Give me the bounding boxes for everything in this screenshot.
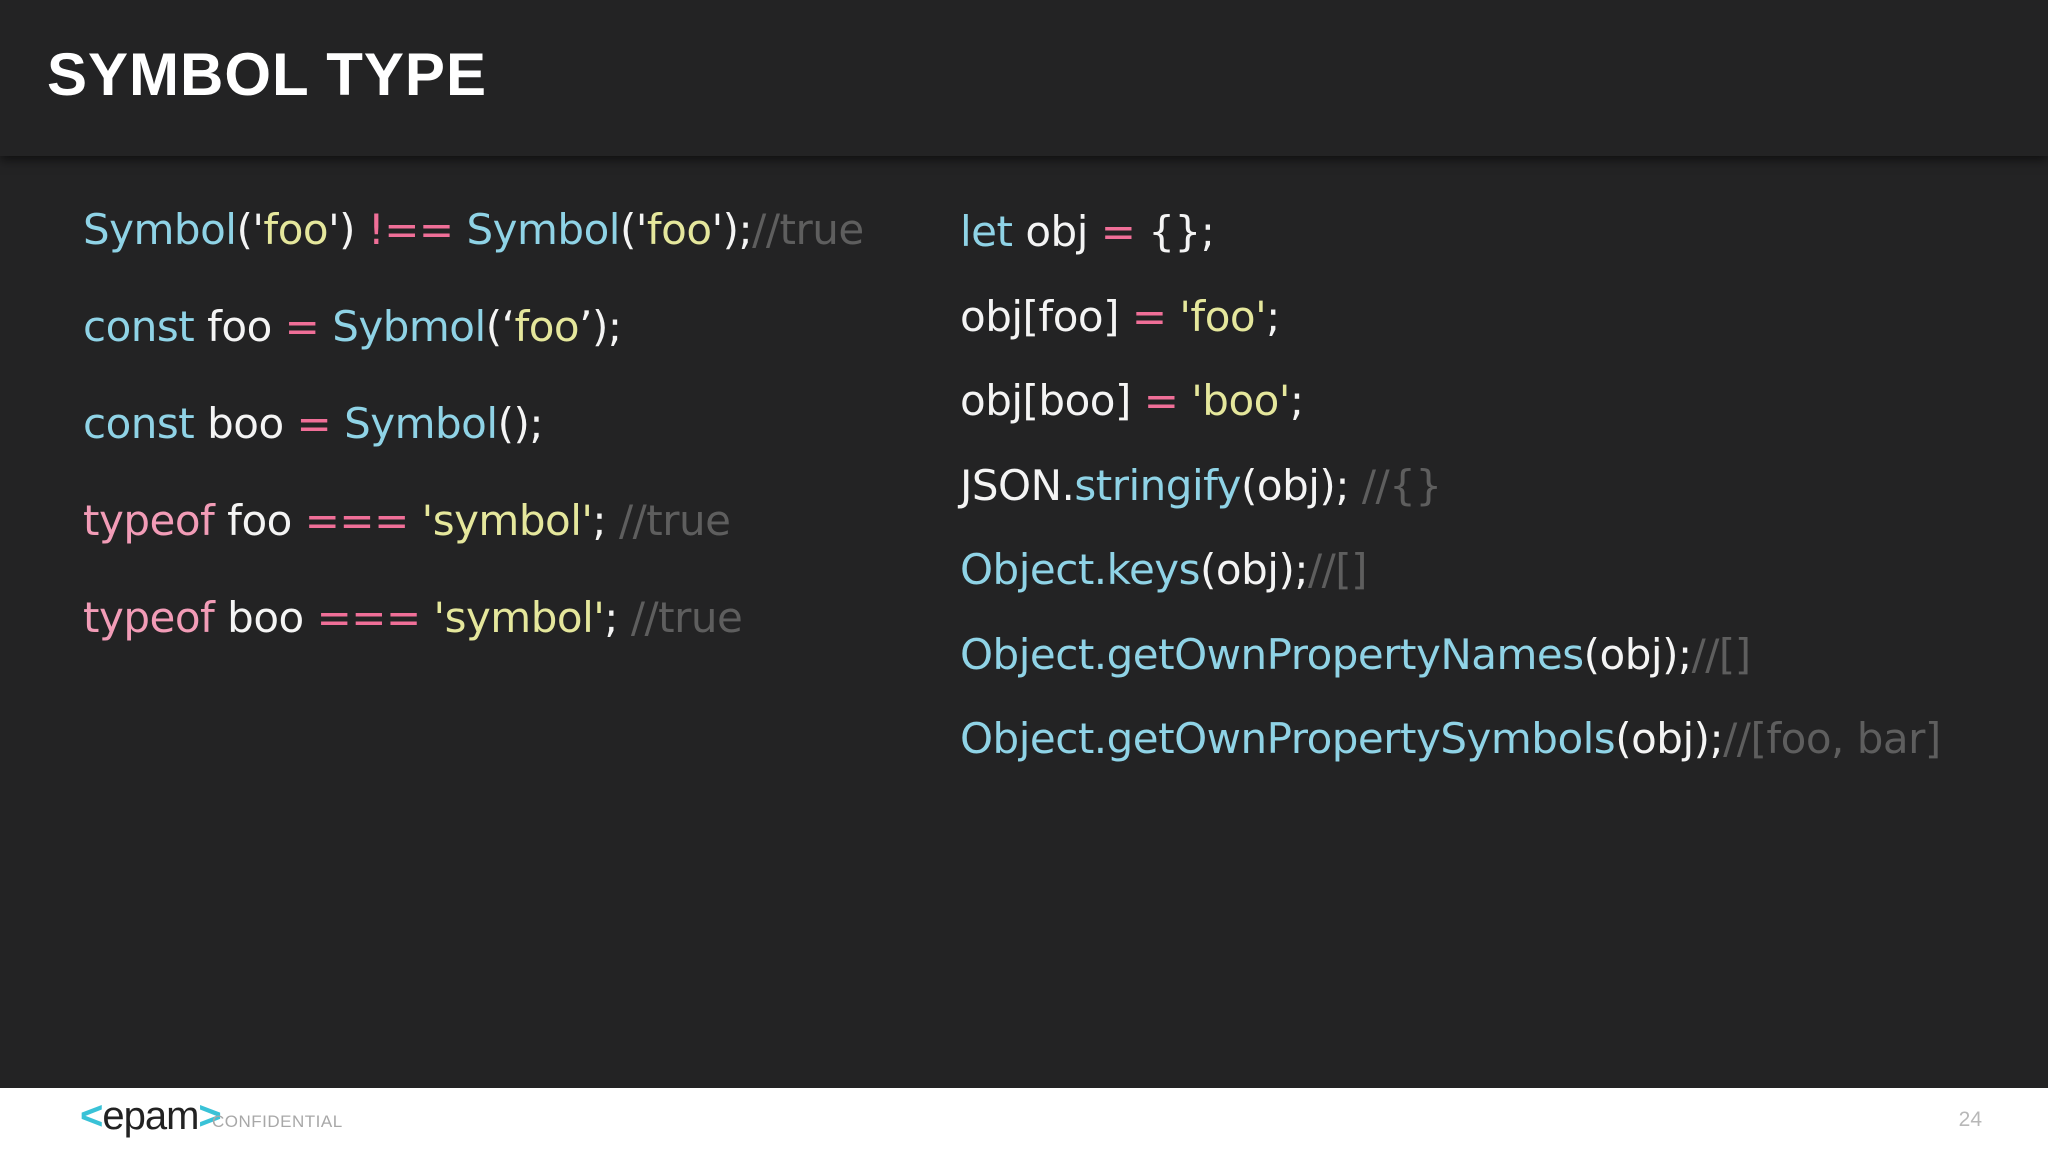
code-token: //true (618, 496, 731, 545)
right-code-line-5: Object.keys(obj);//[] (960, 544, 1368, 596)
code-token: obj[foo] (960, 291, 1132, 341)
right-code-line-3: obj[boo] = 'boo'; (960, 375, 1304, 427)
code-token: (' (619, 205, 647, 254)
code-token: !== (367, 205, 454, 254)
code-token: obj[boo] (960, 376, 1144, 425)
code-token: boo (214, 593, 317, 642)
footer: <epam> CONFIDENTIAL 24 (0, 1088, 2048, 1152)
code-token: ' (593, 593, 605, 642)
code-token: ; (1289, 376, 1304, 425)
code-token: foo (263, 205, 329, 254)
code-token: = (284, 302, 320, 351)
code-token: ') (328, 205, 368, 254)
code-token: Object.getOwnPropertyNames (960, 629, 1584, 679)
code-token: Symbol (344, 399, 498, 448)
code-token: JSON. (960, 460, 1075, 510)
code-token: const (83, 302, 195, 351)
logo-bracket-open: < (80, 1094, 103, 1138)
code-token: let (960, 207, 1013, 256)
code-token: = (1131, 291, 1167, 341)
code-token: const (83, 399, 195, 448)
page-number: 24 (1958, 1108, 1982, 1131)
code-token: obj (1012, 207, 1101, 256)
code-token: //[] (1691, 629, 1752, 679)
code-token: (obj); (1583, 629, 1692, 679)
code-token: (' (236, 205, 264, 254)
code-token: ; (1266, 291, 1280, 341)
code-token: Symbol (466, 205, 620, 254)
code-token: = (296, 399, 332, 448)
code-token: (‘ (485, 302, 515, 351)
right-code-line-4: JSON.stringify(obj); //{} (960, 460, 1442, 512)
code-token: //true (752, 205, 864, 254)
code-token: //true (630, 593, 743, 642)
code-token: //{} (1361, 460, 1442, 510)
code-token: (obj); (1615, 714, 1724, 763)
code-token: (); (497, 399, 544, 448)
code-token: ; (604, 593, 631, 642)
right-code-line-2: obj[foo] = 'foo'; (960, 291, 1280, 343)
left-code-line-5: typeof boo === 'symbol'; //true (83, 592, 743, 644)
right-code-line-7: Object.getOwnPropertySymbols(obj);//[foo… (960, 713, 1941, 765)
code-token: 'foo' (1179, 291, 1267, 341)
title-bar: SYMBOL TYPE (0, 0, 2048, 156)
code-token: //[foo, bar] (1723, 714, 1941, 763)
logo-text: epam (102, 1094, 199, 1138)
code-token: 'boo' (1191, 376, 1290, 425)
code-token: = (1100, 207, 1136, 256)
code-token: symbol (432, 496, 582, 545)
code-token: boo (194, 399, 297, 448)
code-token: foo (194, 302, 285, 351)
left-code-line-1: Symbol('foo') !== Symbol('foo');//true (83, 204, 864, 256)
code-token: Object.getOwnPropertySymbols (960, 714, 1616, 763)
slide-title: SYMBOL TYPE (47, 41, 487, 108)
code-token: (obj); (1241, 460, 1362, 510)
code-token: typeof (83, 593, 215, 642)
code-token: ; (592, 496, 619, 545)
code-token: foo (214, 496, 305, 545)
code-token: Object.keys (960, 545, 1201, 594)
code-token: ' (408, 496, 434, 545)
confidential-label: CONFIDENTIAL (212, 1112, 343, 1131)
code-token: stringify (1074, 460, 1242, 510)
code-token: symbol (444, 593, 594, 642)
epam-logo: <epam> (80, 1094, 222, 1138)
left-code-line-4: typeof foo === 'symbol'; //true (83, 495, 731, 547)
right-code-line-1: let obj = {}; (960, 206, 1215, 258)
code-token: ' (420, 593, 446, 642)
code-token: '); (711, 205, 753, 254)
code-token: //[] (1308, 545, 1368, 594)
code-token: = (1143, 376, 1179, 425)
code-token: {}; (1135, 207, 1215, 256)
slide: SYMBOL TYPE Symbol('foo') !== Symbol('fo… (0, 0, 2048, 1152)
code-token: Symbol (83, 205, 237, 254)
code-token: ' (581, 496, 593, 545)
code-token: Sybmol (332, 302, 486, 351)
left-code-line-3: const boo = Symbol(); (83, 398, 543, 450)
code-token: foo (514, 302, 580, 351)
code-token: ’); (579, 302, 622, 351)
left-code-line-2: const foo = Sybmol(‘foo’); (83, 301, 622, 353)
right-code-line-6: Object.getOwnPropertyNames(obj);//[] (960, 629, 1751, 681)
code-token: (obj); (1200, 545, 1308, 594)
code-token: typeof (83, 496, 215, 545)
code-token: === (304, 496, 410, 545)
code-token: === (316, 593, 422, 642)
code-token: foo (646, 205, 712, 254)
